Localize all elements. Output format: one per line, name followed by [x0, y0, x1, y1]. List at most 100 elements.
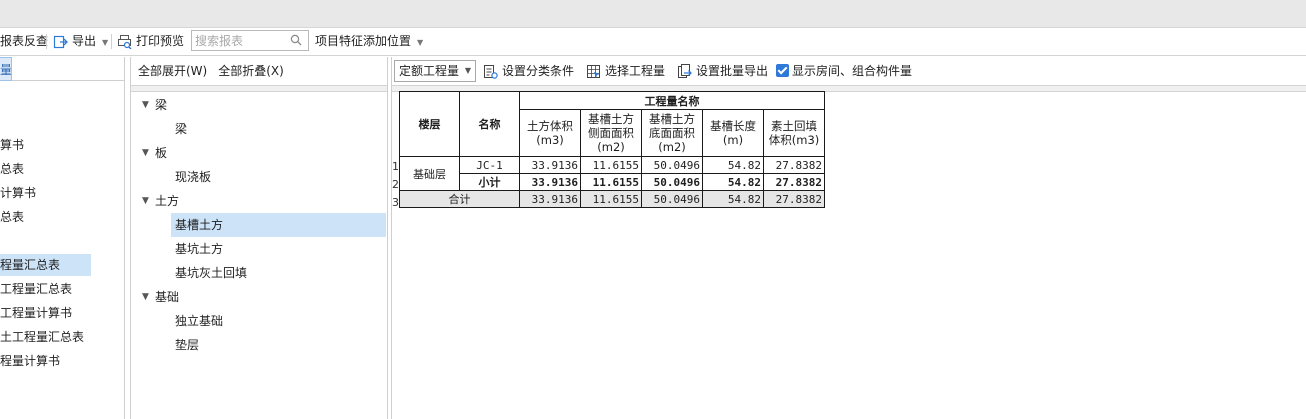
report-list-item[interactable]: 计算书	[0, 182, 124, 204]
report-search-input[interactable]	[192, 31, 287, 50]
set-batch-export-button[interactable]: 设置批量导出	[677, 57, 768, 85]
tree-node-slab-group[interactable]: ▼ 板	[131, 141, 387, 165]
tree-leaf-trench-earthwork-selected[interactable]: 基槽土方	[171, 213, 386, 237]
tree-header-gap	[131, 86, 387, 92]
expand-arrow-icon[interactable]: ▼	[142, 285, 149, 309]
quantity-report-table: 楼层 名称 工程量名称 土方体积(m3) 基槽土方侧面面积(m2) 基槽土方底面…	[399, 91, 825, 208]
grid-select-icon	[587, 65, 600, 78]
collapse-all-button[interactable]: 全部折叠(X)	[218, 64, 284, 78]
report-list-item-label: 程量汇总表	[0, 258, 61, 272]
expand-all-button[interactable]: 全部展开(W)	[138, 64, 207, 78]
report-panel: 定额工程量 ▼ 设置分类条件 选择工程量 设置批量导出 显示房间、组合构件量 1 …	[391, 57, 1306, 419]
tree-node-earthwork-group[interactable]: ▼ 土方	[131, 189, 387, 213]
report-list-panel: 量 算书 总表 计算书 总表 程量汇总表 工程量汇总表 工程量计算书 土工程量汇…	[0, 57, 125, 419]
toolbar-divider	[111, 34, 112, 49]
col-header-quantity: 素土回填体积(m3)	[763, 109, 825, 157]
tree-node-beam-group[interactable]: ▼ 梁	[131, 93, 387, 117]
tree-leaf-beam[interactable]: 梁	[131, 117, 387, 141]
report-list-item-label: 土工程量汇总表	[0, 330, 85, 344]
tree-node-label: 板	[155, 146, 168, 160]
select-quantity-button[interactable]: 选择工程量	[586, 57, 665, 85]
tree-leaf-pit-lime-backfill[interactable]: 基坑灰土回填	[131, 261, 387, 285]
row-number: 2	[392, 178, 399, 191]
value-cell[interactable]: 27.8382	[763, 173, 825, 191]
value-cell[interactable]: 54.82	[702, 173, 764, 191]
select-quantity-label: 选择工程量	[605, 64, 666, 78]
report-list-item[interactable]: 算书	[0, 134, 124, 156]
subtotal-row[interactable]: 小计 33.9136 11.6155 50.0496 54.82 27.8382	[400, 173, 825, 191]
value-cell[interactable]: 27.8382	[763, 156, 825, 174]
chevron-down-icon: ▼	[417, 38, 424, 47]
chevron-down-icon: ▼	[464, 66, 471, 75]
print-preview-label: 打印预览	[136, 34, 185, 48]
report-list-tab[interactable]: 量	[0, 57, 12, 81]
value-cell[interactable]: 33.9136	[519, 173, 581, 191]
search-icon[interactable]	[290, 34, 302, 46]
expand-arrow-icon[interactable]: ▼	[142, 189, 149, 213]
show-rooms-checkbox[interactable]: 显示房间、组合构件量	[776, 57, 912, 85]
tab-underline	[12, 80, 124, 81]
tree-leaf-cast-slab[interactable]: 现浇板	[131, 165, 387, 189]
report-list-item[interactable]: 程量计算书	[0, 350, 124, 372]
report-list-item[interactable]: 总表	[0, 206, 124, 228]
report-list-item-label: 算书	[0, 138, 25, 152]
report-list-item[interactable]: 工程量汇总表	[0, 278, 124, 300]
value-cell[interactable]: 33.9136	[519, 156, 581, 174]
col-header-quantity: 基槽土方侧面面积(m2)	[580, 109, 642, 157]
report-list-tab-label: 量	[0, 63, 12, 77]
value-cell[interactable]: 11.6155	[580, 173, 642, 191]
total-label[interactable]: 合计	[399, 190, 520, 208]
report-list-item[interactable]: 土工程量汇总表	[0, 326, 124, 348]
batch-export-icon	[678, 64, 692, 78]
report-list-item-label: 计算书	[0, 186, 37, 200]
value-cell[interactable]: 54.82	[702, 156, 764, 174]
value-cell[interactable]: 50.0496	[641, 173, 703, 191]
tree-node-label: 基础	[155, 290, 180, 304]
subtotal-label[interactable]: 小计	[459, 173, 520, 191]
feature-position-dropdown[interactable]: 项目特征添加位置 ▼	[315, 28, 423, 55]
value-cell[interactable]: 33.9136	[519, 190, 581, 208]
col-header-quantity: 基槽土方底面面积(m2)	[641, 109, 703, 157]
value-cell[interactable]: 50.0496	[641, 156, 703, 174]
value-cell[interactable]: 50.0496	[641, 190, 703, 208]
toolbar-divider	[46, 34, 47, 49]
quantity-type-select[interactable]: 定额工程量 ▼	[394, 60, 476, 82]
value-cell[interactable]: 54.82	[702, 190, 764, 208]
main-toolbar: 报表反查 导出 ▼ 打印预览 项目特征添加位置 ▼	[0, 28, 1306, 56]
row-number: 3	[392, 196, 399, 209]
tree-node-label: 梁	[155, 98, 168, 112]
export-button[interactable]: 导出 ▼	[53, 28, 108, 55]
set-category-button[interactable]: 设置分类条件	[483, 57, 574, 85]
value-cell[interactable]: 11.6155	[580, 190, 642, 208]
report-check-button[interactable]: 报表反查	[0, 28, 48, 55]
total-row[interactable]: 合计 33.9136 11.6155 50.0496 54.82 27.8382	[399, 190, 825, 208]
print-preview-button[interactable]: 打印预览	[117, 28, 184, 55]
table-row[interactable]: 基础层 JC-1 33.9136 11.6155 50.0496 54.82 2…	[399, 156, 825, 191]
checkbox-checked-icon[interactable]	[776, 64, 789, 77]
col-header-quantity: 基槽长度(m)	[702, 109, 764, 157]
report-list-item[interactable]: 总表	[0, 158, 124, 180]
tree-leaf-pit-earthwork[interactable]: 基坑土方	[131, 237, 387, 261]
report-toolbar: 定额工程量 ▼ 设置分类条件 选择工程量 设置批量导出 显示房间、组合构件量	[392, 57, 1306, 86]
tree-leaf-isolated-footing[interactable]: 独立基础	[131, 309, 387, 333]
report-list-item-selected[interactable]: 程量汇总表	[0, 254, 91, 276]
col-header-quantity: 土方体积(m3)	[519, 109, 581, 157]
tree-leaf-cushion[interactable]: 垫层	[131, 333, 387, 357]
floor-cell[interactable]: 基础层	[399, 156, 460, 191]
export-label: 导出	[72, 34, 97, 48]
tree-leaf-label: 基槽土方	[175, 218, 224, 232]
export-icon	[53, 35, 68, 49]
tree-leaf-label: 独立基础	[175, 314, 224, 328]
tree-node-label: 土方	[155, 194, 180, 208]
tree-leaf-label: 基坑土方	[175, 242, 224, 256]
name-cell[interactable]: JC-1	[459, 156, 520, 174]
tree-node-foundation-group[interactable]: ▼ 基础	[131, 285, 387, 309]
tree-header: 全部展开(W) 全部折叠(X)	[131, 57, 387, 86]
row-number: 1	[392, 160, 399, 173]
expand-arrow-icon[interactable]: ▼	[142, 141, 149, 165]
report-list-item[interactable]: 工程量计算书	[0, 302, 124, 324]
expand-arrow-icon[interactable]: ▼	[142, 93, 149, 117]
report-search-box[interactable]	[191, 30, 309, 51]
value-cell[interactable]: 27.8382	[763, 190, 825, 208]
value-cell[interactable]: 11.6155	[580, 156, 642, 174]
